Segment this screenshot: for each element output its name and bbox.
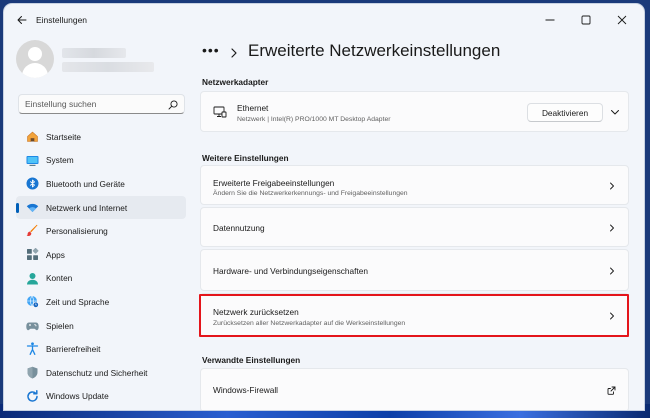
- reset-subtitle: Zurücksetzen aller Netzwerkadapter auf d…: [213, 320, 406, 327]
- title-bar: Einstellungen: [4, 4, 644, 36]
- deactivate-button[interactable]: Deaktivieren: [527, 103, 603, 122]
- chevron-right-icon: [610, 312, 614, 320]
- sharing-settings-row[interactable]: Erweiterte Freigabeeinstellungen Ändern …: [200, 165, 629, 205]
- sidebar-item-startseite[interactable]: Startseite: [16, 125, 186, 149]
- sidebar-item-spielen[interactable]: Spielen: [16, 314, 186, 338]
- arrow-left-icon: [17, 16, 27, 24]
- system-icon: [26, 155, 39, 166]
- bluetooth-icon: [26, 177, 39, 190]
- hardware-properties-row[interactable]: Hardware- und Verbindungseigenschaften: [200, 249, 629, 291]
- sidebar-item-personalisierung[interactable]: Personalisierung: [16, 219, 186, 243]
- breadcrumb-more-button[interactable]: •••: [202, 42, 220, 58]
- maximize-icon: [581, 15, 591, 25]
- blurred-email: [62, 62, 154, 72]
- user-profile[interactable]: [16, 40, 186, 80]
- network-reset-row[interactable]: Netzwerk zurücksetzen Zurücksetzen aller…: [200, 293, 629, 337]
- search-icon[interactable]: [168, 100, 178, 110]
- account-icon: [27, 272, 38, 285]
- chevron-down-icon[interactable]: [609, 107, 621, 117]
- globe-clock-icon: [27, 295, 39, 308]
- brush-icon: [26, 225, 38, 237]
- search-input[interactable]: [25, 98, 165, 110]
- sharing-subtitle: Ändern Sie die Netzwerkerkennungs- und F…: [213, 190, 408, 197]
- close-icon: [617, 15, 627, 25]
- update-icon: [27, 389, 38, 402]
- sidebar-item-windows-update[interactable]: Windows Update: [16, 385, 186, 409]
- ethernet-icon: [213, 106, 227, 118]
- sidebar-item-zeit-und-sprache[interactable]: Zeit und Sprache: [16, 290, 186, 314]
- minimize-button[interactable]: [536, 10, 564, 30]
- section-title-adapters: Netzwerkadapter: [202, 77, 269, 87]
- back-button[interactable]: [14, 12, 30, 28]
- maximize-button[interactable]: [572, 10, 600, 30]
- sidebar-item-bluetooth[interactable]: Bluetooth und Geräte: [16, 172, 186, 196]
- sidebar-item-datenschutz[interactable]: Datenschutz und Sicherheit: [16, 361, 186, 385]
- reset-title: Netzwerk zurücksetzen: [213, 307, 299, 317]
- chevron-right-icon: [610, 182, 614, 190]
- search-box[interactable]: [18, 94, 185, 114]
- app-title: Einstellungen: [36, 15, 88, 25]
- shield-icon: [27, 366, 38, 379]
- sidebar-item-konten[interactable]: Konten: [16, 267, 186, 291]
- close-button[interactable]: [608, 10, 636, 30]
- section-title-related: Verwandte Einstellungen: [202, 355, 301, 365]
- adapter-description: Netzwerk | Intel(R) PRO/1000 MT Desktop …: [237, 116, 391, 123]
- wifi-icon: [26, 203, 39, 212]
- chevron-right-icon: [610, 267, 614, 275]
- hardware-title: Hardware- und Verbindungseigenschaften: [213, 266, 368, 276]
- accessibility-icon: [26, 342, 39, 356]
- apps-icon: [27, 247, 39, 260]
- sidebar-item-netzwerk[interactable]: Netzwerk und Internet: [16, 195, 186, 220]
- ethernet-adapter-card[interactable]: Ethernet Netzwerk | Intel(R) PRO/1000 MT…: [200, 91, 629, 132]
- sidebar-item-apps[interactable]: Apps: [16, 243, 186, 267]
- home-icon: [27, 131, 38, 142]
- windows-firewall-row[interactable]: Windows-Firewall: [200, 368, 629, 410]
- sidebar-item-barrierefreiheit[interactable]: Barrierefreiheit: [16, 337, 186, 361]
- gamepad-icon: [26, 322, 39, 330]
- avatar: [16, 40, 54, 78]
- sharing-title: Erweiterte Freigabeeinstellungen: [213, 178, 335, 188]
- settings-window: Einstellungen Einstellung suchen Startse…: [4, 4, 644, 410]
- data-usage-row[interactable]: Datennutzung: [200, 207, 629, 247]
- sidebar-item-system[interactable]: System: [16, 149, 186, 173]
- firewall-title: Windows-Firewall: [213, 385, 279, 395]
- data-usage-title: Datennutzung: [213, 223, 265, 233]
- blurred-username: [62, 48, 126, 58]
- adapter-name: Ethernet: [237, 103, 269, 113]
- chevron-right-icon: [610, 224, 614, 232]
- external-link-icon: [607, 386, 616, 395]
- section-title-more: Weitere Einstellungen: [202, 153, 289, 163]
- chevron-right-icon: [231, 48, 237, 58]
- sidebar-nav: Startseite System Bluetooth und Geräte N…: [16, 125, 186, 408]
- page-title: Erweiterte Netzwerkeinstellungen: [248, 41, 501, 60]
- minimize-icon: [545, 19, 555, 21]
